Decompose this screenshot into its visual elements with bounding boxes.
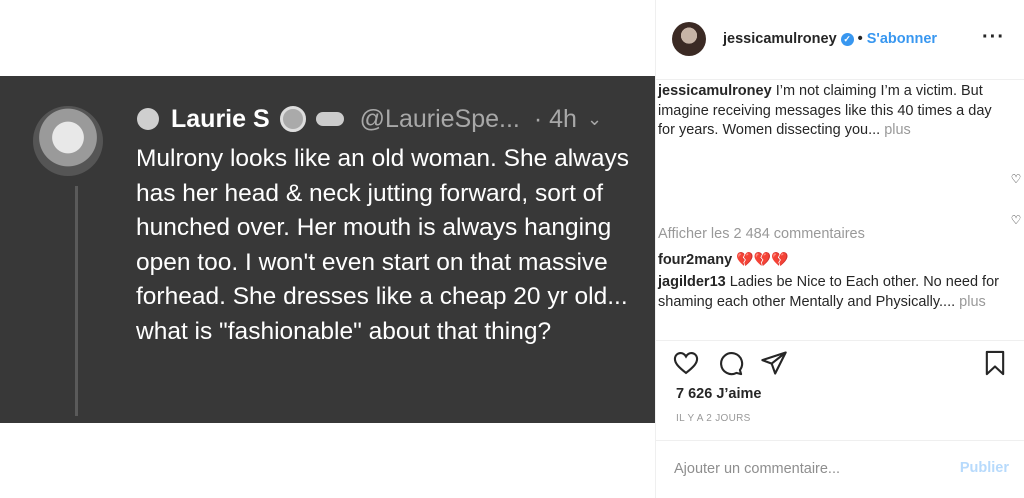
tweet-author-name: Laurie S <box>171 104 270 133</box>
tweet-author-handle: @LaurieSpe... <box>359 104 520 133</box>
lollipop-icon <box>279 106 306 132</box>
comments-list: jessicamulroney I’m not claiming I’m a v… <box>656 80 1024 340</box>
comment-icon[interactable] <box>716 349 744 377</box>
tweet-screenshot-image: Laurie S @LaurieSpe... · 4h ⌄ Mulrony lo… <box>0 76 655 423</box>
bookmark-icon[interactable] <box>981 349 1009 377</box>
caption: jessicamulroney I’m not claiming I’m a v… <box>658 82 1008 141</box>
post-details-panel: jessicamulroney ✓ • S'abonner ··· jessicamu… <box>655 0 1024 498</box>
caption-username[interactable]: jessicamulroney <box>658 83 772 99</box>
emoji-icon <box>137 108 159 130</box>
view-all-comments-link[interactable]: Afficher les 2 484 commentaires <box>658 226 865 242</box>
post-timestamp[interactable]: IL Y A 2 JOURS <box>676 413 751 424</box>
list-item: jagilder13 Ladies be Nice to Each other.… <box>658 273 1008 312</box>
like-heart-icon[interactable] <box>672 349 700 377</box>
comment-more-link[interactable]: plus <box>959 294 986 310</box>
verified-badge-icon: ✓ <box>840 32 854 46</box>
tweet-header: Laurie S @LaurieSpe... · 4h ⌄ <box>137 104 602 134</box>
thread-line <box>75 186 78 416</box>
add-comment-input[interactable] <box>674 458 934 480</box>
publish-button[interactable]: Publier <box>960 460 1009 476</box>
tweet-text: Mulrony looks like an old woman. She alw… <box>136 145 629 345</box>
author-username[interactable]: jessicamulroney <box>723 31 837 47</box>
caption-more-link[interactable]: plus <box>884 122 911 138</box>
heart-outline-icon[interactable]: ♡ <box>1009 213 1023 227</box>
post-media-area: Laurie S @LaurieSpe... · 4h ⌄ Mulrony lo… <box>0 0 655 498</box>
post-actions: 7 626 J’aime IL Y A 2 JOURS <box>656 340 1024 455</box>
comment-username[interactable]: jagilder13 <box>658 274 726 290</box>
add-comment-bar: Publier <box>656 440 1024 498</box>
share-icon[interactable] <box>760 349 788 377</box>
tweet-avatar <box>33 106 103 176</box>
heart-outline-icon[interactable]: ♡ <box>1009 172 1023 186</box>
post-header: jessicamulroney ✓ • S'abonner ··· <box>656 0 1024 80</box>
chevron-down-icon: ⌄ <box>586 108 603 129</box>
post-author: jessicamulroney ✓ • S'abonner <box>723 31 937 47</box>
comment-text: 💔💔💔 <box>736 251 789 267</box>
follow-button[interactable]: S'abonner <box>867 31 937 47</box>
likes-count[interactable]: 7 626 J’aime <box>676 386 761 402</box>
tweet-timestamp: · 4h <box>533 104 577 133</box>
separator-dot: • <box>857 31 863 47</box>
avatar[interactable] <box>672 22 706 56</box>
list-item: four2many 💔💔💔 <box>658 250 1008 271</box>
comment-username[interactable]: four2many <box>658 252 732 268</box>
more-options-icon[interactable]: ··· <box>982 26 1005 49</box>
candy-icon <box>315 112 344 126</box>
